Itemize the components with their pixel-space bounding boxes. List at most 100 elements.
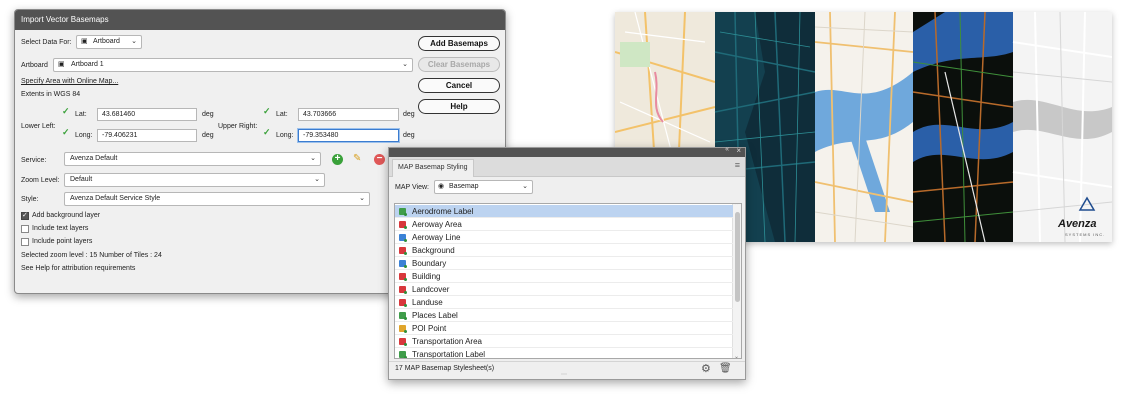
map-view-label: MAP View: — [395, 184, 429, 191]
upper-right-long-label: Long: — [276, 132, 294, 139]
tab-map-basemap-styling[interactable]: MAP Basemap Styling — [392, 159, 474, 177]
include-point-label: Include point layers — [32, 238, 93, 245]
scroll-down-icon[interactable]: ⌄ — [734, 353, 739, 358]
select-data-for-dropdown[interactable]: ▣ Artboard ⌄ — [76, 35, 142, 49]
valid-check-icon: ✓ — [62, 127, 70, 137]
style-layer-icon — [399, 351, 407, 358]
remove-service-icon[interactable]: − — [374, 154, 385, 165]
list-item[interactable]: POI Point — [395, 322, 733, 335]
artboard-label: Artboard — [21, 62, 48, 69]
list-item[interactable]: Building — [395, 270, 733, 283]
service-label: Service: — [21, 157, 47, 164]
panel-header-strip: « × — [389, 146, 745, 157]
list-scrollbar[interactable]: ⌃ ⌄ — [732, 204, 741, 358]
list-item-label: Transportation Area — [412, 337, 482, 346]
list-item[interactable]: Transportation Label — [395, 348, 733, 359]
list-item-label: Places Label — [412, 311, 458, 320]
collapse-icon[interactable]: « — [725, 146, 729, 153]
lower-left-label: Lower Left: — [21, 123, 56, 130]
list-item[interactable]: Transportation Area — [395, 335, 733, 348]
resize-grip-icon[interactable]: ⋯ — [561, 371, 567, 378]
include-text-label: Include text layers — [32, 225, 89, 232]
artboard-icon: ▣ — [58, 61, 65, 68]
chevron-down-icon: ⌄ — [522, 183, 528, 190]
edit-pencil-icon[interactable]: ✎ — [353, 153, 361, 164]
list-item-label: Background — [412, 246, 455, 255]
add-background-label: Add background layer — [32, 212, 101, 219]
artboard-icon: ▣ — [81, 38, 88, 45]
zoom-level-value: Default — [70, 176, 93, 183]
list-item-label: POI Point — [412, 324, 447, 333]
list-item-label: Building — [412, 272, 441, 281]
style-layer-icon — [399, 260, 407, 268]
clear-basemaps-button[interactable]: Clear Basemaps — [418, 57, 500, 72]
style-value: Avenza Default Service Style — [70, 195, 161, 202]
select-data-for-label: Select Data For: — [21, 39, 72, 46]
style-dropdown[interactable]: Avenza Default Service Style ⌄ — [64, 192, 370, 206]
service-dropdown[interactable]: Avenza Default ⌄ — [64, 152, 321, 166]
zoom-level-label: Zoom Level: — [21, 177, 60, 184]
add-basemaps-button[interactable]: Add Basemaps — [418, 36, 500, 51]
include-text-checkbox[interactable] — [21, 225, 29, 233]
artboard-value: Artboard 1 — [71, 61, 104, 68]
upper-right-long-input[interactable]: -79.353480 — [298, 129, 399, 142]
scrollbar-thumb[interactable] — [735, 212, 740, 302]
map-view-value: Basemap — [449, 183, 479, 190]
list-item-label: Transportation Label — [412, 350, 486, 359]
artboard-dropdown[interactable]: ▣ Artboard 1 ⌄ — [53, 58, 413, 72]
style-layer-icon — [399, 208, 407, 216]
trash-icon[interactable]: 🗑 — [719, 363, 732, 374]
style-layer-icon — [399, 247, 407, 255]
list-item-label: Aeroway Line — [412, 233, 461, 242]
valid-check-icon: ✓ — [263, 127, 271, 137]
cancel-button[interactable]: Cancel — [418, 78, 500, 93]
list-item[interactable]: Aerodrome Label — [395, 205, 733, 218]
upper-right-lat-input[interactable]: 43.703666 — [298, 108, 399, 121]
list-item[interactable]: Aeroway Area — [395, 218, 733, 231]
lower-left-lat-label: Lat: — [75, 111, 87, 118]
avenza-logo-subtext: SYSTEMS INC. — [1065, 232, 1106, 237]
lower-left-long-input[interactable]: -79.406231 — [97, 129, 197, 142]
add-background-checkbox[interactable] — [21, 211, 29, 220]
scroll-up-icon[interactable]: ⌃ — [734, 204, 739, 209]
chevron-down-icon: ⌄ — [131, 38, 137, 45]
style-layer-icon — [399, 325, 407, 333]
list-item-label: Landuse — [412, 298, 443, 307]
style-layer-icon — [399, 221, 407, 229]
chevron-down-icon: ⌄ — [314, 176, 320, 183]
valid-check-icon: ✓ — [263, 106, 271, 116]
zoom-level-dropdown[interactable]: Default ⌄ — [64, 173, 325, 187]
lower-left-long-label: Long: — [75, 132, 93, 139]
valid-check-icon: ✓ — [62, 106, 70, 116]
list-item[interactable]: Landcover — [395, 283, 733, 296]
settings-gear-icon[interactable]: ⚙ — [701, 362, 711, 375]
deg-label: deg — [403, 111, 415, 118]
chevron-down-icon: ⌄ — [359, 195, 365, 202]
stylesheet-count: 17 MAP Basemap Stylesheet(s) — [395, 365, 495, 372]
map-view-dropdown[interactable]: ◉ Basemap ⌄ — [434, 180, 533, 194]
upper-right-label: Upper Right: — [218, 123, 258, 130]
chevron-down-icon: ⌄ — [310, 155, 316, 162]
list-item-label: Aerodrome Label — [412, 207, 474, 216]
include-point-checkbox[interactable] — [21, 238, 29, 246]
style-layer-icon — [399, 273, 407, 281]
chevron-down-icon: ⌄ — [402, 61, 408, 68]
list-item[interactable]: Aeroway Line — [395, 231, 733, 244]
panel-menu-icon[interactable]: ≡ — [735, 160, 740, 170]
style-layer-icon — [399, 299, 407, 307]
help-button[interactable]: Help — [418, 99, 500, 114]
style-layer-icon — [399, 234, 407, 242]
basemap-styling-panel: « × MAP Basemap Styling ≡ MAP View: ◉ Ba… — [388, 146, 746, 380]
specify-area-link[interactable]: Specify Area with Online Map... — [21, 78, 118, 85]
list-item[interactable]: Boundary — [395, 257, 733, 270]
list-item[interactable]: Landuse — [395, 296, 733, 309]
stylesheet-list: ⌃ ⌄ Aerodrome Label Aeroway Area Aeroway L… — [394, 203, 742, 359]
list-item[interactable]: Places Label — [395, 309, 733, 322]
list-item-label: Aeroway Area — [412, 220, 462, 229]
close-icon[interactable]: × — [736, 146, 741, 155]
add-service-icon[interactable]: + — [332, 154, 343, 165]
list-item[interactable]: Background — [395, 244, 733, 257]
lower-left-lat-input[interactable]: 43.681460 — [97, 108, 197, 121]
globe-icon: ◉ — [438, 183, 445, 190]
style-layer-icon — [399, 312, 407, 320]
